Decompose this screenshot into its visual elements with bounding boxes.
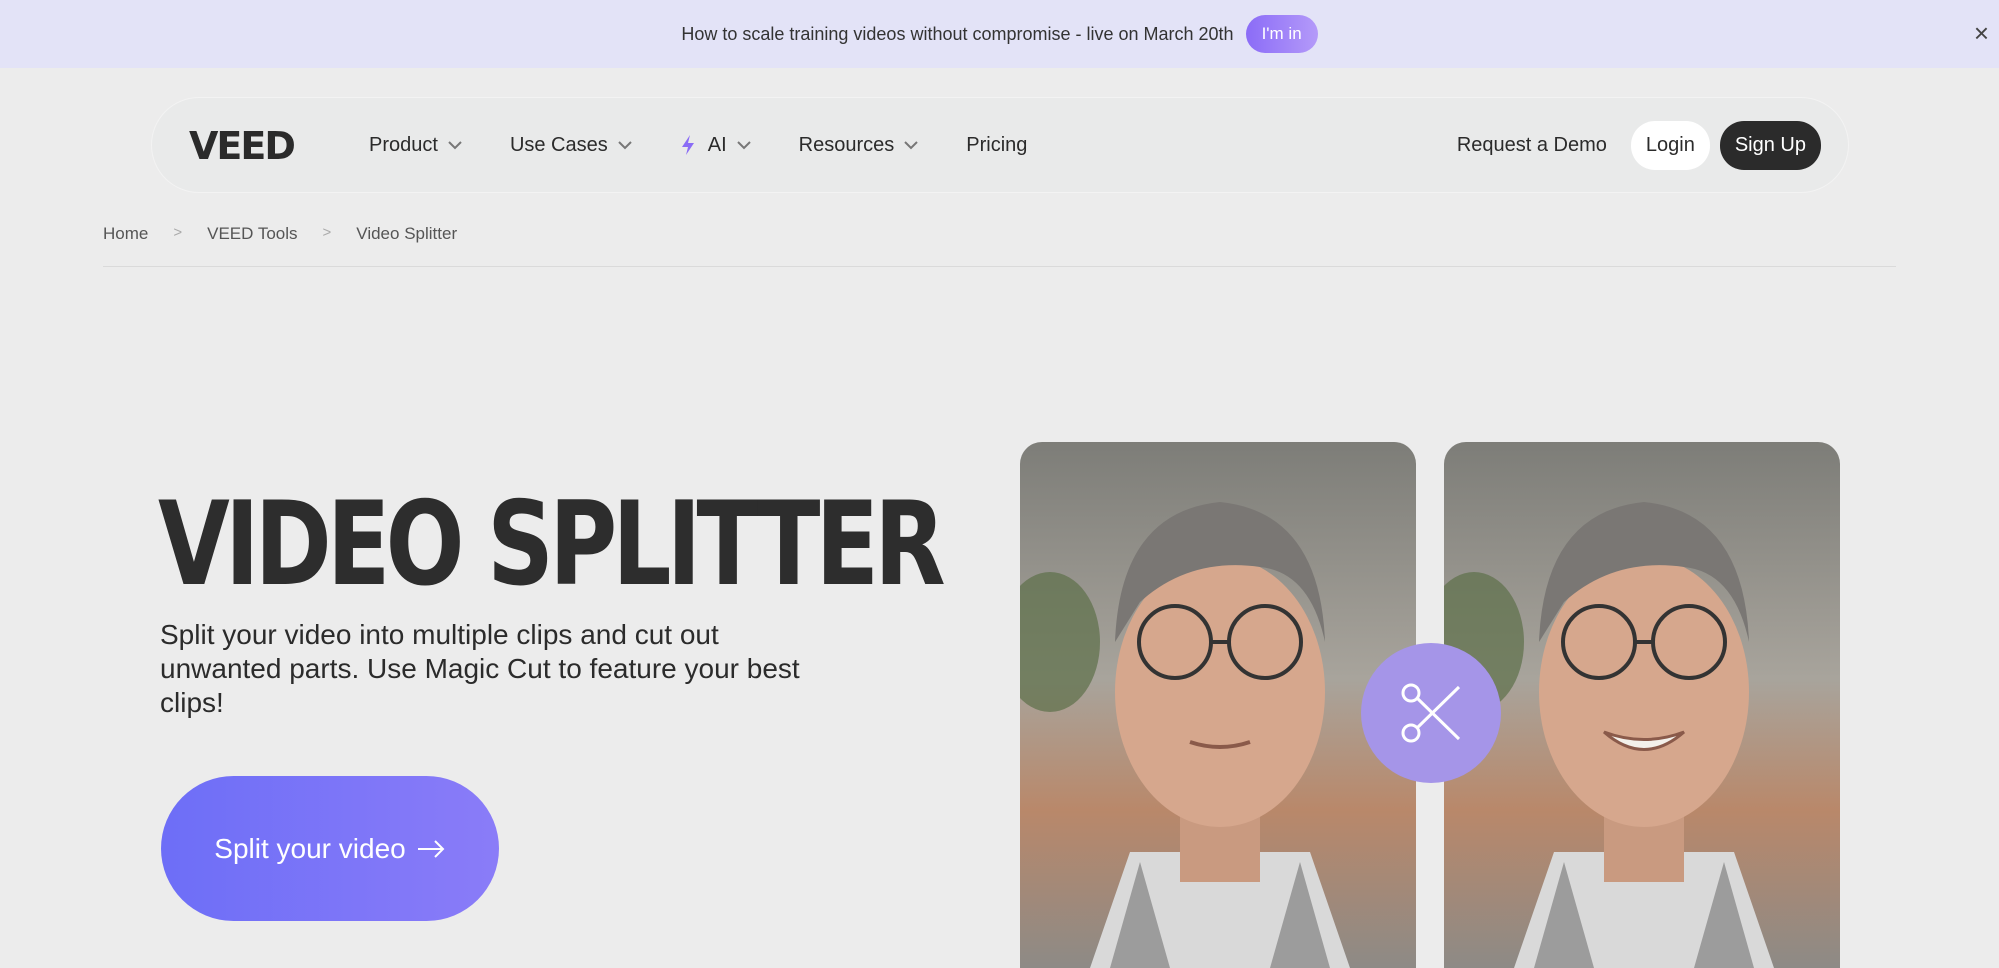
nav-menu: Product Use Cases AI Resources Pricing [369,134,1075,157]
nav-item-product[interactable]: Product [369,134,462,157]
chevron-down-icon [448,140,462,149]
nav-item-label: Use Cases [509,133,608,156]
nav-item-label: Pricing [966,133,1028,156]
sparkle-icon [681,135,694,155]
chevron-down-icon [904,140,918,149]
svg-text:VEED: VEED [189,127,294,163]
breadcrumb-current: Video Splitter [356,224,458,243]
breadcrumb-separator: > [322,224,332,241]
login-button[interactable]: Login [1630,120,1710,170]
page-title: VIDEO SPLITTER [158,477,946,612]
announcement-banner: How to scale training videos without com… [0,0,1999,68]
request-demo-link[interactable]: Request a Demo [1457,134,1607,157]
cta-label: Split your video [214,832,406,864]
breadcrumb: Home > VEED Tools > Video Splitter [103,224,1896,267]
breadcrumb-home[interactable]: Home [103,224,148,244]
nav-item-label: Resources [798,133,895,156]
nav-item-ai[interactable]: AI [680,134,751,157]
portrait-image [1444,442,1840,968]
breadcrumb-veed-tools[interactable]: VEED Tools [207,224,297,244]
breadcrumb-separator: > [173,224,183,241]
nav-item-pricing[interactable]: Pricing [966,134,1027,157]
chevron-down-icon [736,140,751,149]
before-clip-image [1020,442,1416,968]
nav-item-resources[interactable]: Resources [799,134,919,157]
chevron-down-icon [618,140,632,149]
close-icon[interactable]: × [1974,20,1989,46]
scissors-icon [1401,683,1461,743]
nav-item-label: Product [369,133,438,156]
veed-logo[interactable]: VEED [189,127,329,163]
nav-actions: Request a Demo Login Sign Up [1457,120,1821,170]
split-video-button[interactable]: Split your video [161,776,499,921]
portrait-image [1020,442,1416,968]
nav-item-label: AI [707,133,727,156]
after-clip-image [1444,442,1840,968]
hero-subtitle: Split your video into multiple clips and… [160,619,800,718]
arrow-right-icon [417,839,445,858]
scissors-button[interactable] [1361,643,1501,783]
main-navbar: VEED Product Use Cases AI Resources Pric… [151,97,1849,193]
banner-cta-button[interactable]: I'm in [1245,15,1318,53]
signup-button[interactable]: Sign Up [1719,120,1821,170]
nav-item-use-cases[interactable]: Use Cases [510,134,632,157]
banner-text: How to scale training videos without com… [681,23,1234,44]
